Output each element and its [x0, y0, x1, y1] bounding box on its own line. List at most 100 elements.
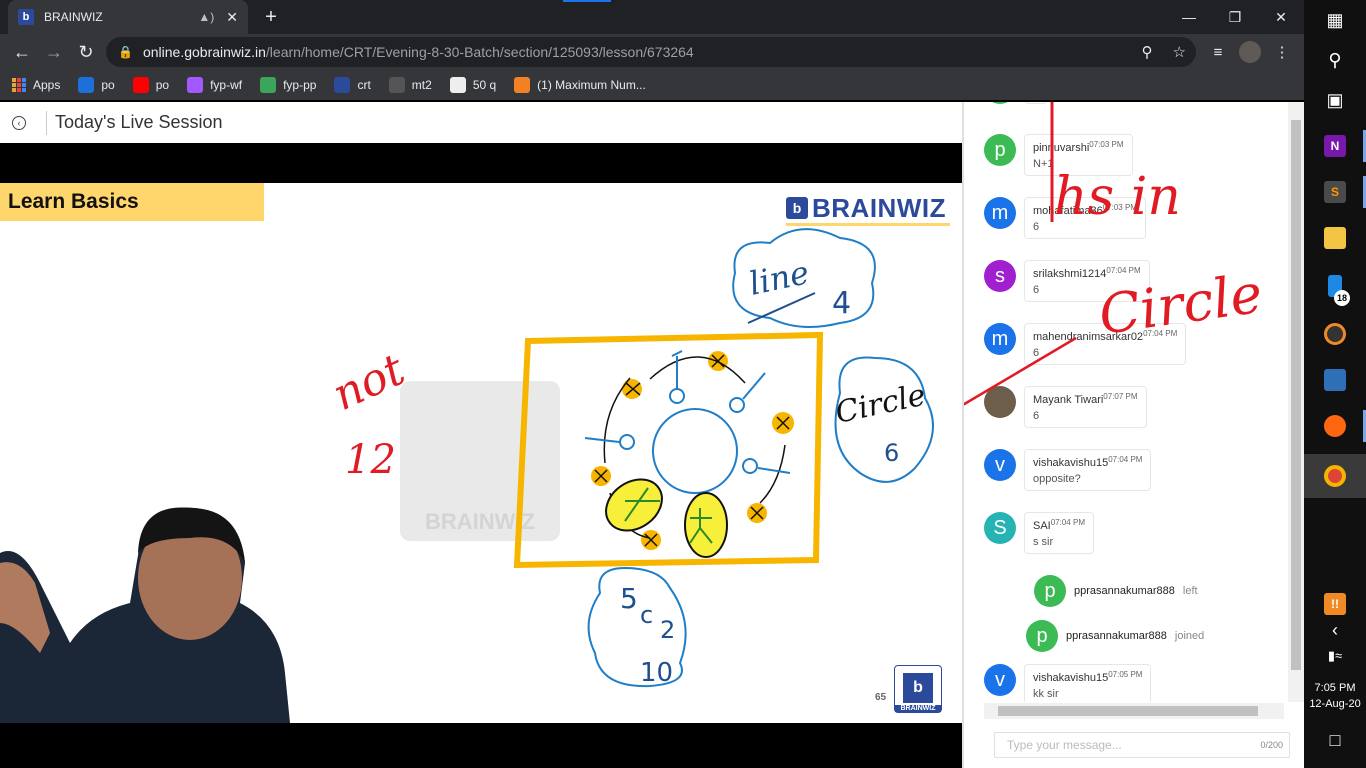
figma-icon: [187, 77, 204, 93]
maximize-button[interactable]: ❐: [1212, 0, 1258, 34]
bookmark-label: fyp-wf: [210, 78, 243, 92]
combination-c: c: [640, 601, 653, 629]
presenter-video: [0, 507, 290, 723]
back-arrow-icon[interactable]: ←: [10, 40, 34, 64]
tab-strip: b BRAINWIZ ▲) ✕ + — ❐ ✕: [0, 0, 1304, 34]
bookmark-label: po: [101, 78, 115, 92]
bookmark-item[interactable]: po: [78, 77, 115, 93]
center-circle: [652, 408, 738, 494]
chat-panel: 6ppinnuvarshi07:03 PMN+1mmohafatima3607:…: [962, 102, 1304, 768]
bookmark-label: po: [155, 78, 170, 92]
bookmark-item[interactable]: crt: [334, 77, 371, 93]
bookmark-label: crt: [357, 78, 371, 92]
slide-page-number: 65: [875, 692, 887, 703]
new-tab-button[interactable]: +: [258, 4, 284, 30]
circle-label: Circle: [832, 378, 928, 431]
battery-wifi-icon[interactable]: ▮≈: [1319, 640, 1351, 672]
lock-icon: 🔒: [118, 45, 133, 59]
header-divider: [46, 110, 47, 135]
brainwiz-favicon-icon: b: [18, 9, 34, 25]
corner-logo: b BRAINWIZ: [894, 665, 942, 713]
minimize-button[interactable]: —: [1166, 0, 1212, 34]
chat-input-box: 0/200: [994, 732, 1290, 758]
calculator-icon[interactable]: [1319, 364, 1351, 396]
back-circle-icon[interactable]: ‹: [12, 115, 26, 130]
bookmark-label: mt2: [411, 78, 432, 92]
bookmark-item[interactable]: Apps: [12, 78, 60, 92]
media-control-icon[interactable]: ≡: [1206, 40, 1230, 64]
sublime-icon[interactable]: S: [1319, 176, 1351, 208]
chat-vertical-scrollbar[interactable]: [1288, 102, 1304, 702]
tab-title: BRAINWIZ: [44, 10, 103, 24]
page-title: Today's Live Session: [55, 112, 223, 132]
bookmark-item[interactable]: mt2: [388, 77, 432, 93]
circle-value: 6: [884, 439, 899, 467]
tab-indicator: [563, 0, 611, 2]
corner-logo-text: BRAINWIZ: [895, 705, 941, 712]
menu-kebab-icon[interactable]: ⋮: [1270, 40, 1294, 64]
system-clock[interactable]: 7:05 PM 12-Aug-20: [1304, 680, 1366, 712]
stackoverflow-icon: [514, 77, 531, 93]
combination-k: 2: [660, 616, 675, 644]
bookmark-label: 50 q: [472, 78, 497, 92]
star-icon[interactable]: ☆: [1173, 43, 1186, 61]
search-icon[interactable]: ⚲: [1319, 44, 1351, 76]
bookmark-item[interactable]: fyp-pp: [260, 77, 316, 93]
forward-arrow-icon[interactable]: →: [42, 40, 66, 64]
windows-start-icon[interactable]: ▦: [1319, 4, 1351, 36]
page-content: ‹ Today's Live Session Learn Basics b BR…: [0, 102, 1304, 768]
music-player-icon[interactable]: [1319, 318, 1351, 350]
bookmark-item[interactable]: po: [132, 77, 170, 93]
tab-brainwiz[interactable]: b BRAINWIZ ▲) ✕: [8, 0, 248, 34]
bookmark-label: fyp-pp: [283, 78, 317, 92]
chat-horizontal-scrollbar[interactable]: [984, 703, 1284, 719]
url-path: /learn/home/CRT/Evening-8-30-Batch/secti…: [265, 44, 694, 60]
browser-toolbar: ← → ↻ 🔒 online.gobrainwiz.in/learn/home/…: [0, 34, 1304, 70]
line-value: 4: [832, 286, 851, 321]
character-counter: 0/200: [1260, 740, 1283, 750]
close-tab-icon[interactable]: ✕: [226, 9, 238, 26]
globe-icon: [449, 77, 466, 93]
onenote-icon[interactable]: N: [1319, 130, 1351, 162]
notification-badge: 18: [1334, 290, 1350, 306]
cc-icon: [388, 77, 405, 93]
chrome-icon[interactable]: [1319, 460, 1351, 492]
corner-logo-mark: b: [903, 673, 933, 703]
chat-ink-overlay: hs in Circle: [964, 102, 1266, 406]
file-explorer-icon[interactable]: [1319, 222, 1351, 254]
line-label: line: [746, 253, 813, 303]
firefox-icon[interactable]: [1319, 410, 1351, 442]
whiteboard-drawing: line 4 Circle 6 5 c 2 10 not 12: [0, 228, 934, 723]
speaker-icon[interactable]: ▲): [198, 10, 214, 24]
clock-time: 7:05 PM: [1314, 682, 1356, 694]
address-bar[interactable]: 🔒 online.gobrainwiz.in/learn/home/CRT/Ev…: [106, 37, 1196, 67]
combination-n: 5: [620, 582, 638, 615]
figure-2: [684, 492, 728, 558]
ie-icon: [78, 77, 95, 93]
bookmarks-bar: Apps po po fyp-wf fyp-pp crt mt2 50 q (1) Maximu…: [0, 70, 1304, 100]
ink-word-2: Circle: [1095, 262, 1266, 347]
windows-taskbar: ▦ ⚲ ▣ N S 18 !! ‹ ▮≈ 7:05 PM 12-Aug-20 □: [1304, 0, 1366, 768]
slide: Learn Basics b BRAINWIZ BRAINWIZ line 4 …: [0, 183, 962, 723]
combination-value: 10: [640, 658, 673, 688]
ink-word-1: hs in: [1054, 167, 1181, 227]
apps-grid-icon: [12, 78, 26, 92]
not-label: not: [325, 344, 413, 421]
action-center-icon[interactable]: □: [1319, 724, 1351, 756]
video-player[interactable]: Learn Basics b BRAINWIZ BRAINWIZ line 4 …: [0, 143, 962, 768]
yellow-frame: [513, 331, 824, 569]
youtube-icon: [132, 77, 149, 93]
key-icon[interactable]: ⚲: [1142, 43, 1153, 61]
bookmark-item[interactable]: 50 q: [449, 77, 497, 93]
task-view-icon[interactable]: ▣: [1319, 84, 1351, 116]
profile-avatar[interactable]: [1238, 40, 1262, 64]
bookmark-item[interactable]: fyp-wf: [187, 77, 242, 93]
not-value: 12: [345, 437, 396, 483]
brainwiz-icon: [334, 77, 351, 93]
page-header: ‹ Today's Live Session: [0, 102, 962, 143]
bookmark-label: Apps: [33, 78, 61, 92]
reload-icon[interactable]: ↻: [74, 40, 98, 64]
close-window-button[interactable]: ✕: [1258, 0, 1304, 34]
chat-message-input[interactable]: [1007, 738, 1261, 752]
bookmark-item[interactable]: (1) Maximum Num...: [514, 77, 646, 93]
